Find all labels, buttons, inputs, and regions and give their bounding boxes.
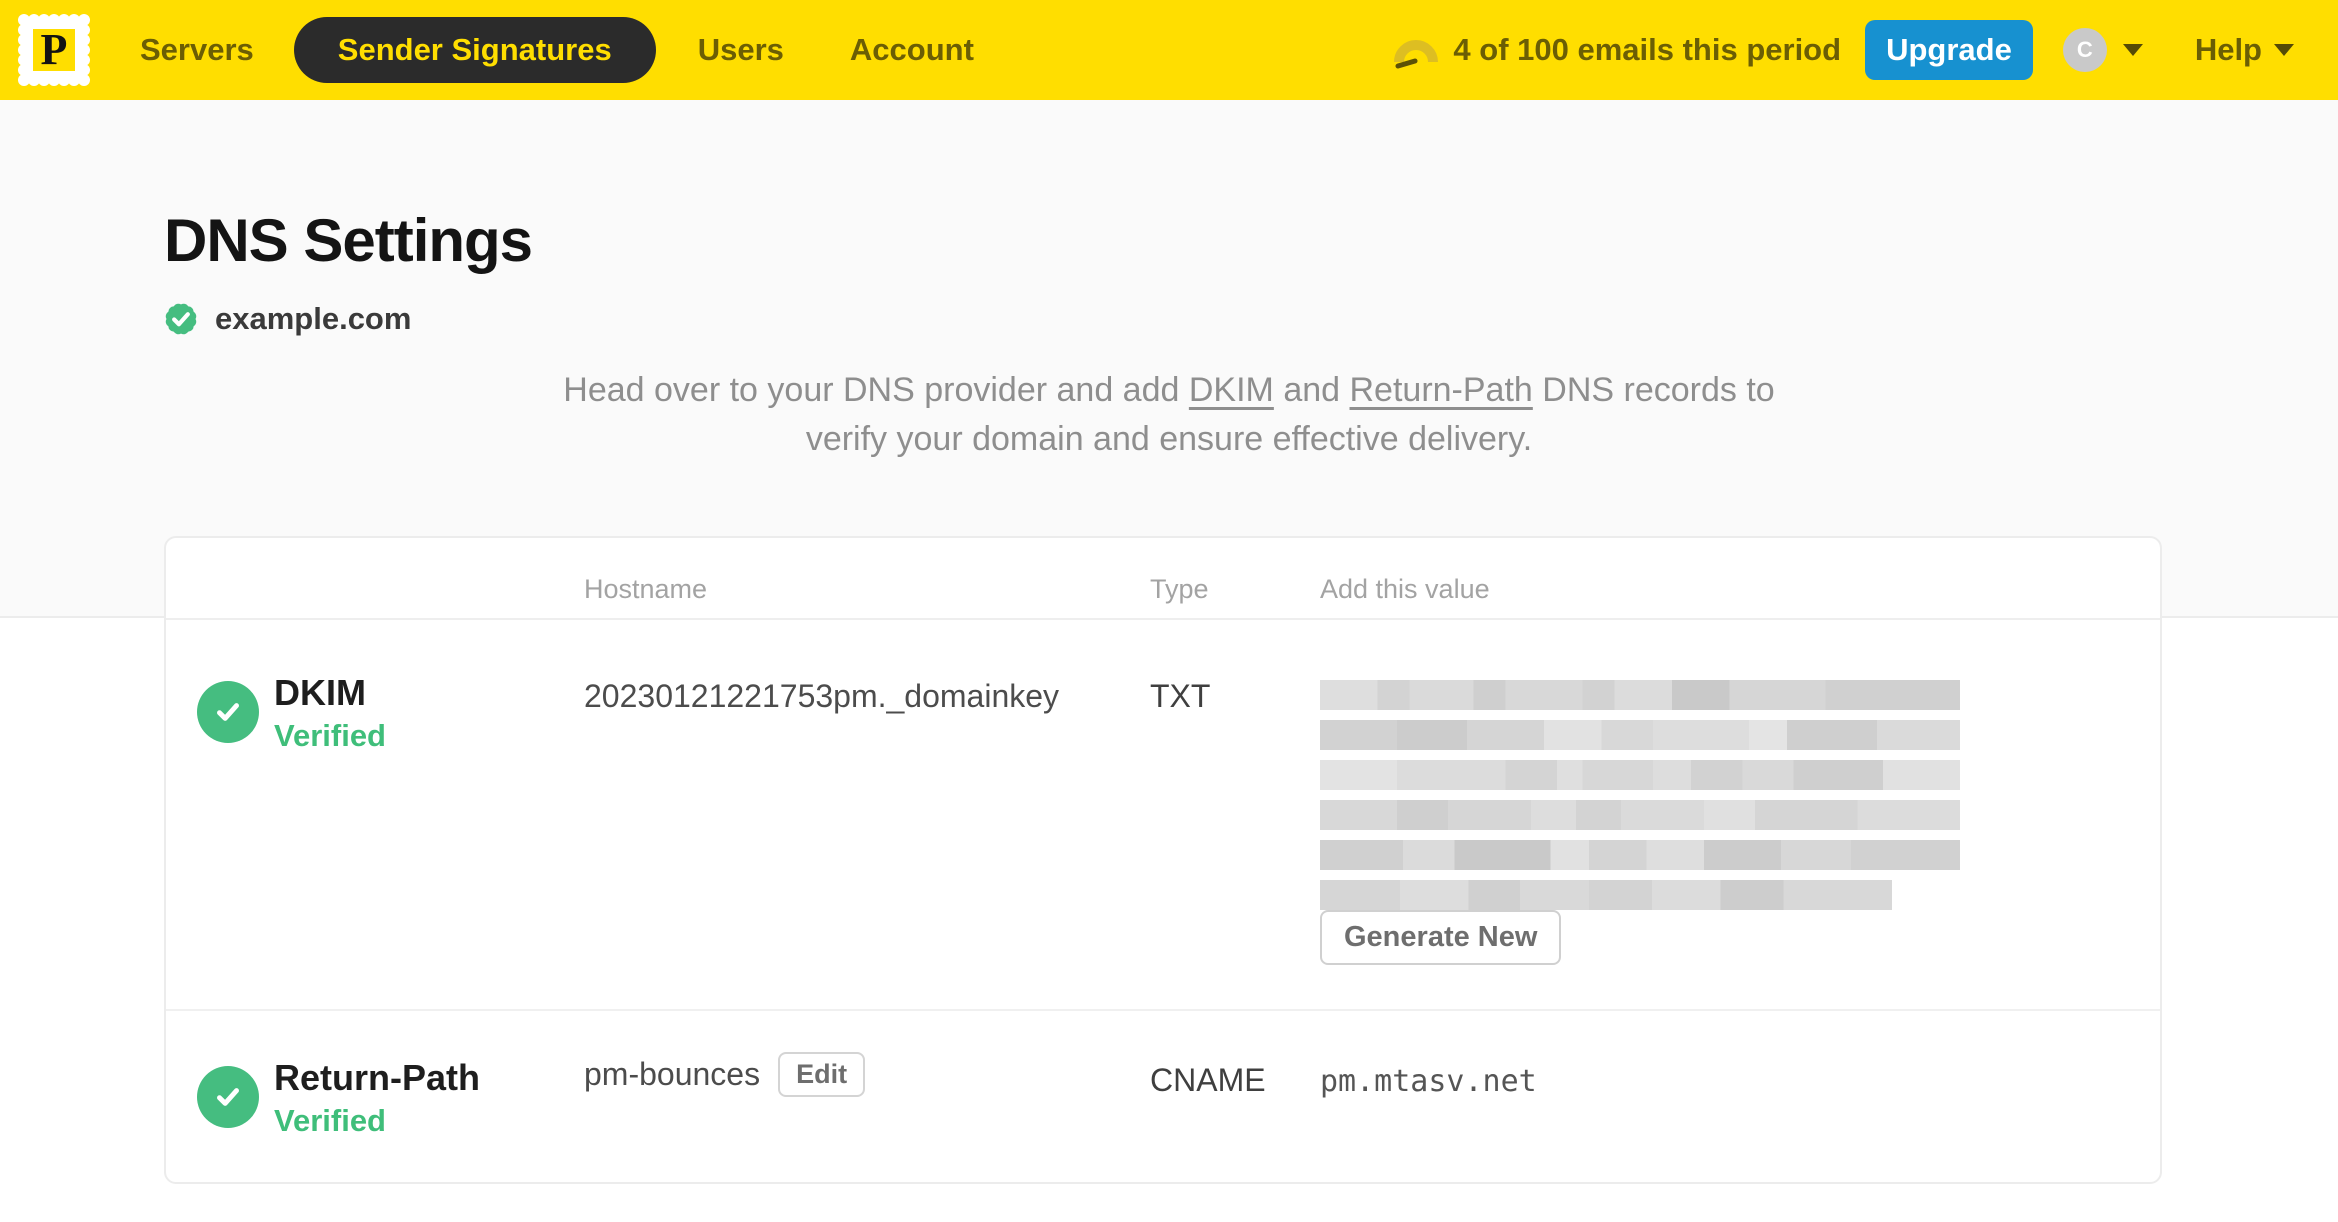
record-name-return-path: Return-Path bbox=[274, 1057, 480, 1098]
svg-text:P: P bbox=[41, 25, 68, 74]
redacted-value-bar bbox=[1320, 880, 1892, 910]
upgrade-button[interactable]: Upgrade bbox=[1865, 20, 2033, 80]
nav-item-servers[interactable]: Servers bbox=[140, 32, 254, 68]
domain-name: example.com bbox=[215, 301, 412, 336]
description-text: Head over to your DNS provider and add bbox=[563, 371, 1189, 409]
verified-check-icon bbox=[197, 1066, 259, 1128]
redacted-value-bar bbox=[1320, 760, 1960, 790]
dkim-record-type: TXT bbox=[1150, 678, 1211, 714]
domain-row: example.com bbox=[160, 298, 411, 340]
usage-counter: 4 of 100 emails this period bbox=[1453, 32, 1842, 67]
redacted-value-bar bbox=[1320, 680, 1960, 710]
help-label: Help bbox=[2194, 32, 2262, 67]
column-header-add-this-value: Add this value bbox=[1320, 574, 1490, 604]
chevron-down-icon bbox=[2122, 44, 2143, 56]
redacted-value-bar bbox=[1320, 840, 1960, 870]
account-menu[interactable]: C bbox=[2062, 28, 2143, 72]
table-header-divider bbox=[166, 618, 2160, 620]
return-path-record-type: CNAME bbox=[1150, 1062, 1266, 1098]
navbar-right-group: 4 of 100 emails this period Upgrade C He… bbox=[1393, 20, 2294, 80]
column-header-type: Type bbox=[1150, 574, 1209, 604]
chevron-down-icon bbox=[2274, 44, 2294, 56]
status-badge: Verified bbox=[274, 1103, 386, 1138]
return-path-link[interactable]: Return-Path bbox=[1350, 371, 1533, 409]
dkim-redacted-value bbox=[1320, 680, 1960, 920]
dns-records-card: Hostname Type Add this value DKIM Verifi… bbox=[164, 536, 2162, 1184]
top-navbar: P Servers Sender Signatures Users Accoun… bbox=[0, 0, 2338, 100]
record-name-dkim: DKIM bbox=[274, 672, 366, 713]
verified-check-icon bbox=[197, 681, 259, 743]
status-badge: Verified bbox=[274, 718, 386, 753]
dkim-link[interactable]: DKIM bbox=[1189, 371, 1274, 409]
nav-item-account[interactable]: Account bbox=[850, 32, 974, 68]
help-menu[interactable]: Help bbox=[2195, 32, 2294, 68]
redacted-value-bar bbox=[1320, 800, 1960, 830]
dkim-hostname: 20230121221753pm._domainkey bbox=[584, 678, 1060, 714]
postmark-stamp-icon: P bbox=[18, 14, 90, 86]
return-path-hostname-cell: pm-bounces Edit bbox=[584, 1052, 866, 1097]
dns-settings-page: P Servers Sender Signatures Users Accoun… bbox=[0, 0, 2338, 1222]
edit-button[interactable]: Edit bbox=[778, 1052, 866, 1097]
page-title: DNS Settings bbox=[164, 207, 533, 274]
return-path-hostname: pm-bounces bbox=[584, 1056, 761, 1092]
avatar[interactable]: C bbox=[2062, 28, 2107, 72]
verified-seal-icon bbox=[165, 303, 197, 335]
redacted-value-bar bbox=[1320, 720, 1960, 750]
description-text: and bbox=[1273, 371, 1350, 409]
return-path-value: pm.mtasv.net bbox=[1320, 1064, 1537, 1099]
table-row-divider bbox=[166, 1009, 2160, 1011]
postmark-logo[interactable]: P bbox=[14, 10, 94, 90]
usage-gauge-icon bbox=[1394, 40, 1439, 69]
nav-item-users[interactable]: Users bbox=[698, 32, 784, 68]
page-description: Head over to your DNS provider and add D… bbox=[519, 366, 1819, 464]
primary-nav: Servers Sender Signatures Users Account bbox=[94, 17, 974, 83]
nav-item-sender-signatures[interactable]: Sender Signatures bbox=[293, 17, 656, 83]
column-header-hostname: Hostname bbox=[584, 574, 708, 604]
generate-new-button[interactable]: Generate New bbox=[1320, 910, 1562, 965]
